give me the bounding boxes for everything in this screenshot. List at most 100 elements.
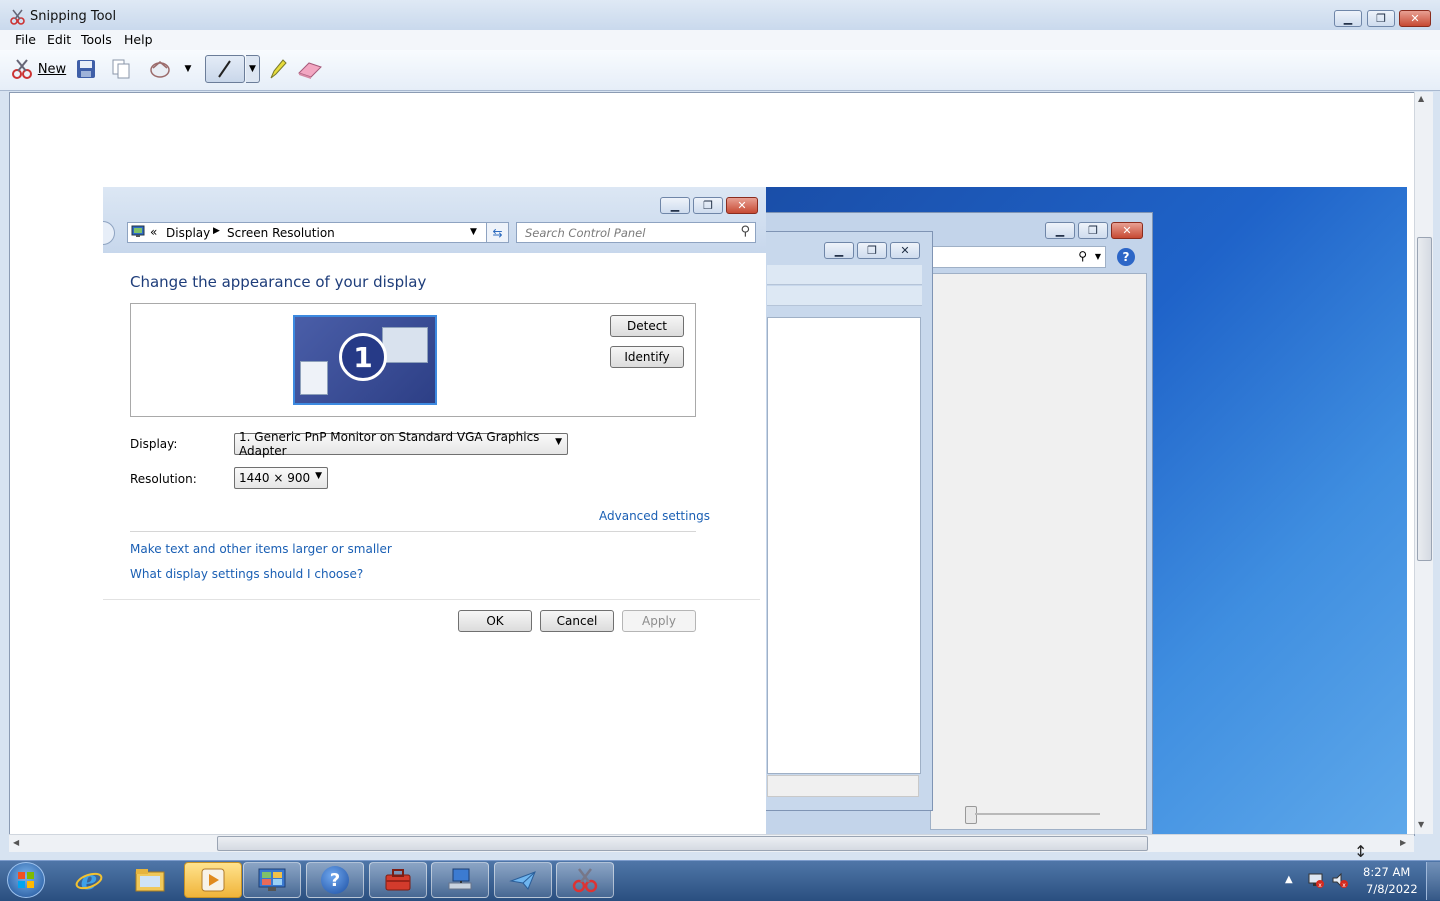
save-icon [77,60,95,78]
restore-icon: ❐ [1376,12,1386,25]
taskbar-snipping-tool[interactable] [556,862,614,898]
zoom-slider-thumb[interactable] [965,806,977,824]
title-bar[interactable] [0,0,1440,32]
close-icon: ✕ [1410,12,1420,25]
pen-button[interactable] [205,55,245,83]
bg1-list-pane [767,317,921,774]
scroll-up-icon[interactable]: ▲ [1418,94,1424,103]
identify-button[interactable]: Identify [610,346,684,368]
bg2-close-button[interactable]: ✕ [1111,222,1143,239]
display-help-link[interactable]: What display settings should I choose? [130,567,363,581]
send-dropdown-button[interactable]: ▼ [181,55,195,83]
display-select[interactable]: 1. Generic PnP Monitor on Standard VGA G… [234,430,568,458]
text-size-link[interactable]: Make text and other items larger or smal… [130,542,392,556]
new-label: New [37,61,67,77]
send-snip-button[interactable] [145,55,175,83]
save-button[interactable] [73,55,99,83]
start-button[interactable] [7,862,45,898]
show-desktop-button[interactable] [1426,862,1440,900]
resolution-select[interactable]: 1440 × 900 ▼ [234,467,328,489]
network-tray-icon[interactable]: x [1307,871,1325,892]
svg-text:x: x [1318,882,1322,889]
bg2-minimize-button[interactable]: ▁ [1045,222,1075,239]
close-button[interactable]: ✕ [1399,10,1431,27]
detect-button[interactable]: Detect [610,315,684,337]
monitor-1-tile[interactable]: 1 [293,315,437,405]
dialog-maximize-button[interactable]: ❐ [693,197,723,214]
breadcrumb-display[interactable]: Display [166,226,210,240]
taskbar-control-panel[interactable] [243,862,301,898]
eraser-button[interactable] [296,55,324,83]
bg2-search-field[interactable]: ⚲ ▼ [930,246,1106,268]
search-control-panel-input[interactable]: Search Control Panel ⚲ [516,222,756,243]
search-icon: ⚲ [1078,249,1087,263]
close-icon: ✕ [900,244,910,257]
taskbar-windows-explorer[interactable] [121,862,179,898]
cancel-button[interactable]: Cancel [540,610,614,632]
monitor-number-badge: 1 [339,333,387,381]
taskbar-internet-explorer[interactable]: e [60,862,118,898]
bg2-maximize-button[interactable]: ❐ [1078,222,1108,239]
vertical-scroll-thumb[interactable] [1417,237,1432,561]
vertical-scrollbar[interactable]: ▲ ▼ [1414,92,1433,834]
clock-time[interactable]: 8:27 AM [1363,865,1410,879]
network-computer-icon [448,868,472,890]
svg-text:e: e [81,866,98,895]
bg1-minimize-button[interactable]: ▁ [824,242,854,259]
restore-icon: ❐ [867,244,877,257]
menu-edit[interactable]: Edit [47,32,71,47]
menu-help[interactable]: Help [124,32,153,47]
resolution-label: Resolution: [130,472,197,486]
highlighter-button[interactable] [265,55,289,83]
toolbox-icon [385,869,411,891]
help-icon: ? [321,866,349,894]
maximize-button[interactable]: ❐ [1367,10,1395,27]
scroll-right-icon[interactable]: ▶ [1400,838,1406,847]
taskbar-media-player[interactable] [184,862,242,898]
breadcrumb-overflow[interactable]: « [150,225,157,239]
bg1-maximize-button[interactable]: ❐ [857,242,887,259]
advanced-settings-link[interactable]: Advanced settings [599,509,710,523]
taskbar-toolbox[interactable] [369,862,427,898]
address-bar[interactable]: « Display ▶ Screen Resolution ▼ [127,222,509,243]
horizontal-scroll-thumb[interactable] [217,836,1148,851]
control-panel-icon [131,225,145,241]
scroll-left-icon[interactable]: ◀ [13,838,19,847]
scroll-down-icon[interactable]: ▼ [1418,820,1424,829]
bg1-close-button[interactable]: ✕ [890,242,920,259]
scissors-app-icon [9,8,27,29]
bg1-status-bar [767,775,919,797]
chevron-down-icon: ▼ [315,471,322,481]
apply-button[interactable]: Apply [622,610,696,632]
taskbar-network[interactable] [431,862,489,898]
address-dropdown-icon[interactable]: ▼ [470,227,477,237]
minimize-icon: ▁ [834,244,844,257]
show-hidden-icons-button[interactable]: ▲ [1285,874,1293,885]
taskbar-help[interactable]: ? [306,862,364,898]
minimize-button[interactable]: ▁ [1334,10,1362,27]
horizontal-scrollbar[interactable]: ◀ ▶ [9,834,1414,852]
dialog-close-button[interactable]: ✕ [726,197,758,214]
clock-date[interactable]: 7/8/2022 [1366,882,1418,896]
search-icon[interactable]: ⚲ [740,224,750,239]
eraser-icon [298,62,322,79]
breadcrumb-screen-resolution[interactable]: Screen Resolution [227,226,335,240]
highlighter-icon [270,59,287,79]
zoom-slider-track[interactable] [975,813,1100,815]
copy-icon [112,59,130,79]
new-snip-button[interactable]: New [8,55,68,83]
svg-text:x: x [1342,882,1346,889]
volume-muted-icon[interactable]: x [1331,871,1349,892]
refresh-button[interactable]: ⇆ [486,222,509,243]
copy-button[interactable] [108,55,134,83]
dialog-minimize-button[interactable]: ▁ [660,197,690,214]
help-icon[interactable]: ? [1117,248,1135,266]
pen-dropdown-button[interactable]: ▼ [246,55,260,83]
menu-tools[interactable]: Tools [81,32,112,47]
taskbar-airplane-app[interactable] [494,862,552,898]
chevron-up-icon: ▲ [1285,874,1293,885]
minimize-icon: ▁ [1055,224,1065,237]
breadcrumb-separator-icon[interactable]: ▶ [213,226,220,236]
ok-button[interactable]: OK [458,610,532,632]
menu-file[interactable]: File [15,32,36,47]
